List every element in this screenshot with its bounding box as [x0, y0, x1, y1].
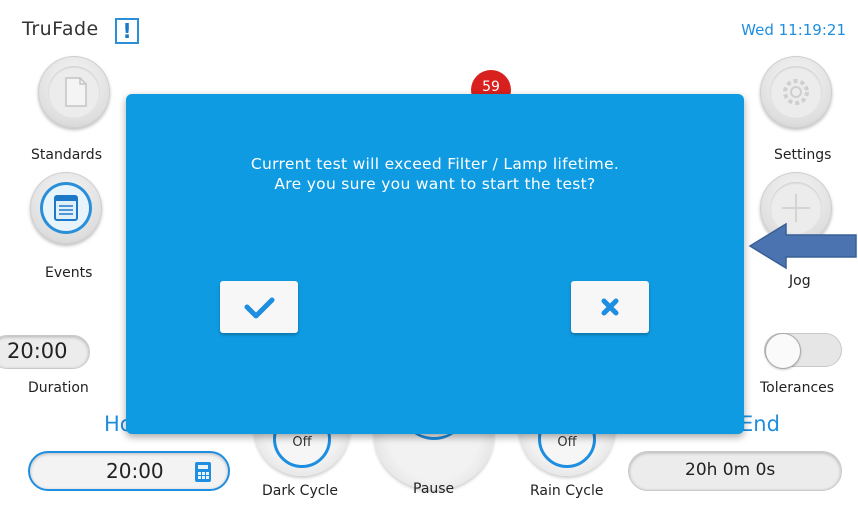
time-input-value: 20:00 [106, 459, 164, 483]
duration-label: Duration [28, 380, 89, 396]
jog-label: Jog [789, 273, 811, 289]
settings-button[interactable] [760, 56, 832, 128]
standards-label: Standards [31, 147, 102, 163]
tolerances-label: Tolerances [760, 380, 835, 396]
left-arrow-icon [748, 222, 857, 270]
dialog-message-line-2: Are you sure you want to start the test? [274, 175, 596, 193]
calculator-icon[interactable] [194, 461, 212, 483]
duration-value: 20:00 [7, 339, 68, 363]
checkmark-icon [244, 297, 275, 319]
standards-button[interactable] [38, 56, 110, 128]
document-icon [65, 77, 87, 107]
events-button[interactable] [30, 172, 102, 244]
app-title: TruFade [22, 18, 99, 40]
events-label: Events [45, 265, 93, 281]
end-time-display: 20h 0m 0s [628, 451, 842, 491]
gear-icon [783, 79, 809, 105]
alert-icon[interactable]: ! [115, 18, 139, 44]
end-label-partial: End [740, 412, 780, 436]
dialog-message-line-1: Current test will exceed Filter / Lamp l… [250, 155, 620, 173]
confirm-button[interactable] [220, 281, 298, 333]
rain-cycle-label: Rain Cycle [530, 483, 604, 499]
notepad-icon [54, 195, 78, 221]
dialog-message: Current test will exceed Filter / Lamp l… [126, 154, 744, 194]
end-time-value: 20h 0m 0s [685, 460, 776, 480]
dark-cycle-label: Dark Cycle [262, 483, 338, 499]
x-icon [601, 298, 619, 316]
clock: Wed 11:19:21 [741, 21, 846, 39]
toggle-knob [765, 333, 801, 369]
pause-label: Pause [413, 481, 455, 497]
duration-display[interactable]: 20:00 [0, 335, 90, 369]
time-input[interactable]: 20:00 [28, 451, 230, 491]
tolerances-toggle[interactable] [764, 333, 842, 369]
confirm-dialog: Current test will exceed Filter / Lamp l… [126, 94, 744, 434]
cancel-button[interactable] [571, 281, 649, 333]
settings-label: Settings [774, 147, 832, 163]
